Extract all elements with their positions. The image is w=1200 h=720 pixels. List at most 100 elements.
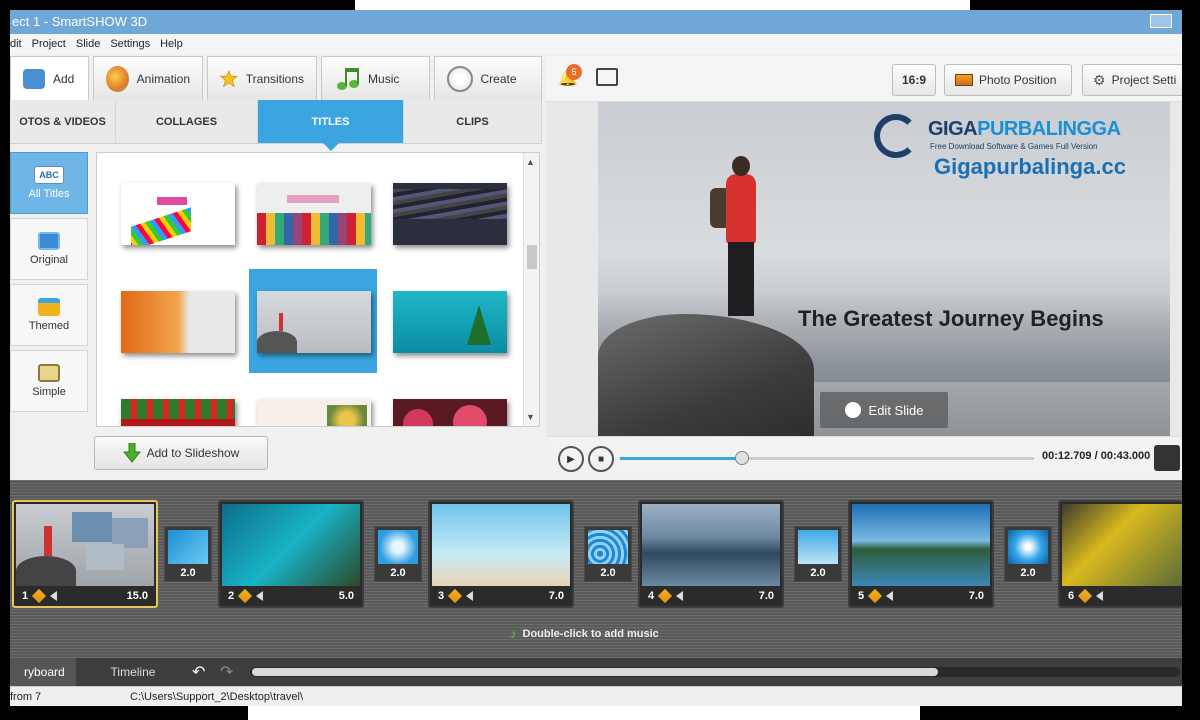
transition-3[interactable]: 2.0 (584, 526, 632, 582)
watermark-tagline: Free Download Software & Games Full Vers… (930, 142, 1098, 151)
redo-icon[interactable]: ↷ (220, 662, 233, 682)
scroll-thumb[interactable] (527, 245, 537, 269)
undo-icon[interactable]: ↶ (192, 662, 205, 682)
edit-slide-button[interactable]: Edit Slide (820, 392, 948, 428)
title-thumbnail[interactable] (121, 291, 235, 353)
scroll-up-icon[interactable]: ▲ (526, 157, 535, 167)
slide-number: 2 (228, 590, 235, 602)
tab-music[interactable]: Music (321, 56, 430, 100)
title-thumbnail[interactable] (257, 291, 371, 353)
app-window: ect 1 - SmartSHOW 3D dit Project Slide S… (10, 0, 1182, 720)
add-to-slideshow-label: Add to Slideshow (146, 446, 240, 460)
abc-icon: ABC (34, 166, 64, 184)
menu-project[interactable]: Project (32, 34, 66, 54)
tab-titles[interactable]: TITLES (258, 100, 404, 151)
storyboard-slide-1[interactable]: 1 15.0 (12, 500, 158, 608)
tab-create[interactable]: Create (433, 56, 542, 100)
playback-knob[interactable] (735, 451, 750, 465)
category-label: Original (30, 254, 68, 266)
audio-icon (676, 591, 684, 601)
project-settings-button[interactable]: ⚙ Project Setti (1082, 64, 1182, 96)
timeline-scrollbar[interactable] (250, 667, 1180, 677)
category-themed[interactable]: Themed (10, 284, 88, 346)
transition-duration: 2.0 (390, 567, 406, 579)
stop-button[interactable]: ■ (588, 446, 614, 472)
tab-animation[interactable]: Animation (93, 56, 204, 100)
add-to-slideshow-button[interactable]: Add to Slideshow (94, 436, 268, 470)
play-button[interactable]: ▶ (558, 446, 584, 472)
tab-photos-videos[interactable]: OTOS & VIDEOS (10, 100, 116, 143)
music-note-icon: ♪ (510, 626, 517, 641)
title-thumbnail[interactable] (257, 183, 371, 245)
black-border-right (1182, 0, 1200, 720)
minimize-button[interactable] (1150, 14, 1172, 28)
tab-clips[interactable]: CLIPS (404, 100, 542, 143)
menu-settings[interactable]: Settings (110, 34, 150, 54)
tab-transitions[interactable]: Transitions (207, 56, 318, 100)
tab-add[interactable]: Add (10, 56, 90, 100)
menu-bar: dit Project Slide Settings Help (10, 34, 1182, 54)
view-tabs: ryboard Timeline ↶ ↷ (10, 658, 1182, 686)
picture-icon[interactable] (596, 68, 618, 86)
slide-duration: 7.0 (548, 590, 564, 602)
transition-thumb (588, 530, 628, 564)
slide-duration: 7.0 (968, 590, 984, 602)
photo-position-button[interactable]: Photo Position (944, 64, 1072, 96)
status-project-path: C:\Users\Support_2\Desktop\travel\ (130, 691, 304, 703)
tab-storyboard[interactable]: ryboard (10, 658, 76, 686)
storyboard-slide-5[interactable]: 5 7.0 (848, 500, 994, 608)
edit-pencil-icon (658, 588, 673, 604)
title-thumbnail[interactable] (121, 183, 235, 245)
transition-5[interactable]: 2.0 (1004, 526, 1052, 582)
preview-image[interactable]: The Greatest Journey Begins Edit Slide G… (598, 102, 1170, 436)
music-note-icon (337, 67, 360, 90)
storyboard-slide-6[interactable]: 6 (1058, 500, 1182, 608)
title-thumbnail[interactable] (393, 291, 507, 353)
title-thumbnail[interactable] (257, 399, 371, 426)
gift-icon (38, 298, 60, 316)
grid-scrollbar[interactable]: ▲ ▼ (523, 153, 539, 426)
aspect-ratio-button[interactable]: 16:9 (892, 64, 936, 96)
music-track-hint[interactable]: ♪ Double-click to add music (510, 626, 659, 641)
playback-progress (620, 457, 743, 460)
category-original[interactable]: Original (10, 218, 88, 280)
menu-slide[interactable]: Slide (76, 34, 100, 54)
timecode: 00:12.709 / 00:43.000 (1042, 450, 1151, 462)
menu-edit[interactable]: dit (10, 34, 22, 54)
tab-timeline[interactable]: Timeline (88, 658, 178, 686)
abc-box-icon (38, 364, 60, 382)
scroll-down-icon[interactable]: ▼ (526, 412, 535, 422)
hiker-legs (728, 242, 754, 316)
slide-number: 5 (858, 590, 865, 602)
storyboard-slide-3[interactable]: 3 7.0 (428, 500, 574, 608)
title-thumbnail[interactable] (393, 399, 507, 426)
transition-4[interactable]: 2.0 (794, 526, 842, 582)
slide-thumb (432, 504, 570, 586)
down-arrow-icon (122, 443, 141, 463)
transition-2[interactable]: 2.0 (374, 526, 422, 582)
storyboard-slide-2[interactable]: 2 5.0 (218, 500, 364, 608)
hiker-jacket (726, 174, 756, 244)
tab-create-label: Create (480, 71, 517, 86)
edit-pencil-icon (238, 588, 253, 604)
category-simple[interactable]: Simple (10, 350, 88, 412)
star-icon (220, 69, 238, 87)
pencil-icon (844, 402, 861, 418)
title-thumbnail[interactable] (393, 183, 507, 245)
tab-transitions-label: Transitions (245, 71, 305, 86)
timeline-scroll-thumb[interactable] (252, 668, 938, 676)
storyboard-slide-4[interactable]: 4 7.0 (638, 500, 784, 608)
menu-help[interactable]: Help (160, 34, 183, 54)
photo-position-icon (955, 74, 973, 86)
camera-icon[interactable] (1154, 445, 1180, 471)
category-all-titles[interactable]: ABC All Titles (10, 152, 88, 214)
watermark-url: Gigapurbalinga.cc (934, 154, 1126, 179)
slide-number: 3 (438, 590, 445, 602)
title-thumbnail[interactable] (121, 399, 235, 426)
playback-track[interactable] (620, 451, 1034, 465)
slide-number: 6 (1068, 590, 1075, 602)
transition-1[interactable]: 2.0 (164, 526, 212, 582)
audio-icon (256, 591, 264, 601)
tab-collages[interactable]: COLLAGES (116, 100, 258, 143)
slide-duration: 5.0 (338, 590, 354, 602)
